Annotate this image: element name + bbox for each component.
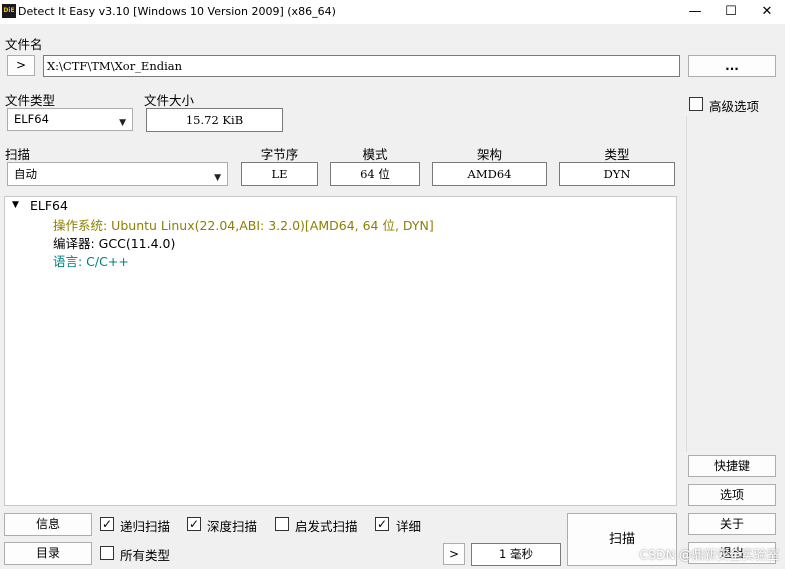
file-size-label: 文件大小 <box>144 93 195 108</box>
file-path-input[interactable]: X:\CTF\TM\Xor_Endian <box>43 55 680 77</box>
file-name-label: 文件名 <box>5 37 43 52</box>
tree-root-elf64[interactable]: ELF64 <box>30 198 68 213</box>
file-type-value: ELF64 <box>14 112 49 126</box>
mode-value: 64 位 <box>330 162 420 186</box>
history-arrow-button[interactable]: > <box>7 55 35 76</box>
options-button[interactable]: 选项 <box>688 484 776 506</box>
advanced-options-checkbox[interactable] <box>689 97 703 111</box>
advanced-options-area <box>686 116 776 452</box>
maximize-button[interactable]: ☐ <box>713 0 749 24</box>
scan-time-value: 1 毫秒 <box>471 543 561 566</box>
collapse-arrow-icon[interactable]: ▼ <box>12 200 19 210</box>
chevron-down-icon: ▼ <box>119 118 126 128</box>
advanced-options-label: 高级选项 <box>709 99 760 114</box>
info-button[interactable]: 信息 <box>4 513 92 536</box>
file-type-select[interactable]: ELF64 ▼ <box>7 108 133 131</box>
recursive-scan-label: 递归扫描 <box>120 519 171 534</box>
watermark: CSDN @鼎新安全实验室 <box>639 547 779 562</box>
tree-item-os[interactable]: 操作系统: Ubuntu Linux(22.04,ABI: 3.2.0)[AMD… <box>53 215 434 234</box>
type-value: DYN <box>559 162 675 186</box>
app-logo-icon: DiE <box>2 4 16 18</box>
title-bar: DiE Detect It Easy v3.10 [Windows 10 Ver… <box>0 0 785 24</box>
arch-value: AMD64 <box>432 162 547 186</box>
arch-label: 架构 <box>476 147 502 162</box>
directory-button[interactable]: 目录 <box>4 542 92 565</box>
endianness-value: LE <box>241 162 318 186</box>
scan-label: 扫描 <box>5 147 31 162</box>
recursive-scan-checkbox[interactable]: ✓ <box>100 517 114 531</box>
scan-mode-value: 自动 <box>14 167 37 181</box>
results-tree: ▼ ELF64 操作系统: Ubuntu Linux(22.04,ABI: 3.… <box>4 196 677 506</box>
heuristic-scan-label: 启发式扫描 <box>295 519 358 534</box>
next-arrow-button[interactable]: > <box>443 543 465 565</box>
browse-file-button[interactable]: ... <box>688 55 776 77</box>
all-types-checkbox[interactable] <box>100 546 114 560</box>
verbose-checkbox[interactable]: ✓ <box>375 517 389 531</box>
endianness-label: 字节序 <box>260 147 299 162</box>
file-size-value: 15.72 KiB <box>146 108 283 132</box>
window-title: Detect It Easy v3.10 [Windows 10 Version… <box>18 5 336 18</box>
tree-item-language[interactable]: 语言: C/C++ <box>53 251 129 270</box>
all-types-label: 所有类型 <box>120 548 171 563</box>
about-button[interactable]: 关于 <box>688 513 776 535</box>
file-type-label: 文件类型 <box>5 93 56 108</box>
type-label: 类型 <box>604 147 630 162</box>
shortcuts-button[interactable]: 快捷键 <box>688 455 776 477</box>
deep-scan-label: 深度扫描 <box>207 519 258 534</box>
scan-mode-select[interactable]: 自动 ▼ <box>7 162 228 186</box>
minimize-button[interactable]: — <box>677 0 713 24</box>
heuristic-scan-checkbox[interactable] <box>275 517 289 531</box>
tree-item-compiler[interactable]: 编译器: GCC(11.4.0) <box>53 233 175 252</box>
verbose-label: 详细 <box>396 519 422 534</box>
close-button[interactable]: ✕ <box>749 0 785 24</box>
mode-label: 模式 <box>362 147 388 162</box>
chevron-down-icon: ▼ <box>214 173 221 183</box>
deep-scan-checkbox[interactable]: ✓ <box>187 517 201 531</box>
